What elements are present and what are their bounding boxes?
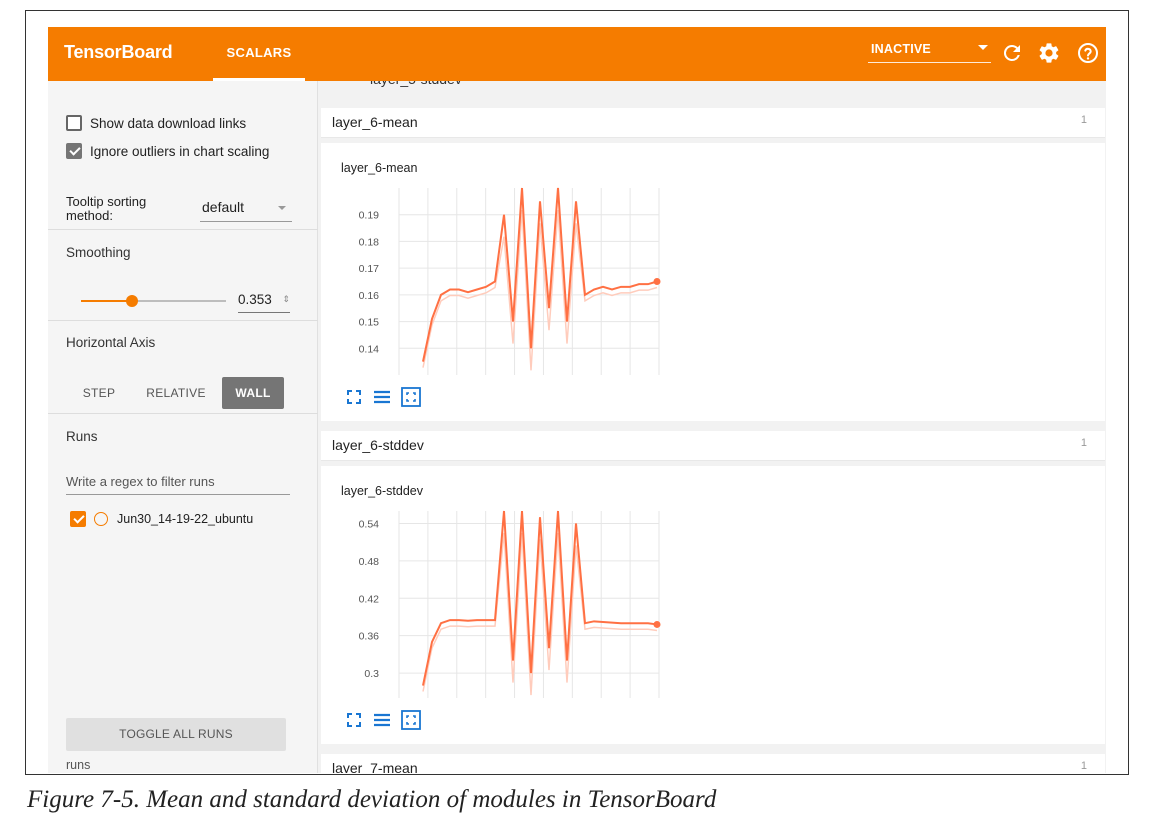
smoothing-value: 0.353 — [238, 292, 272, 307]
smoothing-slider[interactable] — [81, 295, 226, 307]
y-tick-label: 0.17 — [359, 263, 380, 275]
category-header-layer6-stddev[interactable]: layer_6-stddev 1 — [321, 431, 1105, 461]
smoothing-label: Smoothing — [66, 245, 131, 260]
category-header-layer6-mean[interactable]: layer_6-mean 1 — [321, 108, 1105, 138]
toggle-log-scale-icon[interactable] — [373, 711, 391, 729]
series-endpoint — [653, 278, 661, 285]
fit-domain-icon[interactable] — [345, 388, 363, 406]
clipped-category-title: layer_5-stddev — [370, 81, 462, 87]
y-tick-label: 0.15 — [359, 317, 380, 329]
series-endpoint — [653, 620, 661, 628]
main-panel: layer_5-stddev layer_6-mean 1 layer_6-me… — [318, 81, 1106, 773]
y-tick-label: 0.19 — [359, 210, 380, 222]
y-tick-label: 0.16 — [359, 290, 380, 302]
expand-chart-icon[interactable] — [401, 387, 421, 407]
series-line — [422, 187, 658, 362]
axis-step-button[interactable]: STEP — [68, 377, 130, 409]
run-color-icon — [94, 512, 108, 526]
checkbox-icon — [66, 115, 82, 131]
axis-wall-button[interactable]: WALL — [222, 377, 284, 409]
tooltip-sorting-dropdown[interactable]: default — [200, 197, 292, 222]
category-count: 1 — [1080, 760, 1087, 772]
status-dropdown[interactable]: INACTIVE — [868, 41, 991, 63]
toggle-all-runs-button[interactable]: TOGGLE ALL RUNS — [66, 718, 286, 751]
tab-scalars-label: SCALARS — [226, 45, 292, 60]
ignore-outliers-toggle[interactable]: Ignore outliers in chart scaling — [66, 141, 269, 161]
help-icon[interactable] — [1076, 41, 1100, 65]
tab-scalars[interactable]: SCALARS — [213, 27, 305, 81]
chevron-down-icon — [278, 206, 286, 210]
chart-card-layer6-mean: layer_6-mean 0.14 0.15 0.16 0.17 0.18 0.19 — [321, 143, 1105, 421]
tooltip-sorting-value: default — [202, 199, 245, 215]
checkbox-checked-icon — [66, 143, 82, 159]
top-toolbar: TensorBoard SCALARS INACTIVE — [48, 27, 1106, 81]
smoothing-input[interactable]: 0.353 ⇕ — [238, 289, 290, 313]
fit-domain-icon[interactable] — [345, 711, 363, 729]
chevron-down-icon — [978, 45, 988, 50]
y-tick-label: 0.3 — [364, 668, 379, 680]
sidebar: Show data download links Ignore outliers… — [48, 81, 318, 773]
runs-filter-input[interactable]: Write a regex to filter runs — [66, 471, 290, 495]
checkbox-checked-icon[interactable] — [70, 511, 86, 527]
gear-icon[interactable] — [1037, 41, 1061, 65]
y-tick-label: 0.54 — [359, 518, 380, 530]
runs-footer-label: runs — [66, 758, 91, 772]
category-title: layer_7-mean — [332, 760, 418, 773]
expand-chart-icon[interactable] — [401, 710, 421, 730]
y-tick-label: 0.18 — [359, 236, 380, 248]
chart-layer6-mean[interactable]: 0.14 0.15 0.16 0.17 0.18 0.19 — [321, 143, 1105, 421]
y-tick-label: 0.48 — [359, 556, 380, 568]
runs-label: Runs — [66, 429, 98, 444]
show-download-links-toggle[interactable]: Show data download links — [66, 113, 246, 133]
y-tick-label: 0.14 — [359, 343, 380, 355]
y-tick-label: 0.42 — [359, 593, 380, 605]
category-title: layer_6-stddev — [332, 437, 424, 453]
axis-relative-button[interactable]: RELATIVE — [136, 377, 216, 409]
chart-layer6-stddev[interactable]: 0.3 0.36 0.42 0.48 0.54 — [321, 466, 1105, 744]
tooltip-sorting-label: Tooltip sorting method: — [66, 194, 147, 223]
category-count: 1 — [1080, 437, 1087, 449]
y-tick-label: 0.36 — [359, 631, 380, 643]
spinner-icon: ⇕ — [282, 294, 290, 304]
smoothing-slider-fill — [81, 300, 133, 302]
show-download-links-label: Show data download links — [90, 115, 247, 131]
category-title: layer_6-mean — [332, 114, 418, 130]
status-value: INACTIVE — [871, 42, 931, 56]
category-header-layer7-mean[interactable]: layer_7-mean 1 — [321, 754, 1105, 773]
reload-icon[interactable] — [1000, 41, 1024, 65]
chart-card-layer6-stddev: layer_6-stddev 0.3 0.36 0.42 0.48 0.54 — [321, 466, 1105, 744]
category-count: 1 — [1080, 114, 1087, 126]
figure-frame: TensorBoard SCALARS INACTIVE Show data d… — [25, 10, 1129, 775]
runs-filter-placeholder: Write a regex to filter runs — [66, 474, 215, 489]
app-title: TensorBoard — [64, 42, 173, 62]
figure-caption: Figure 7-5. Mean and standard deviation … — [27, 786, 717, 813]
toggle-log-scale-icon[interactable] — [373, 388, 391, 406]
run-name: Jun30_14-19-22_ubuntu — [117, 512, 254, 526]
run-item[interactable]: Jun30_14-19-22_ubuntu — [70, 509, 253, 529]
raw-series-line — [422, 532, 658, 696]
tensorboard-app: TensorBoard SCALARS INACTIVE Show data d… — [48, 27, 1106, 773]
ignore-outliers-label: Ignore outliers in chart scaling — [90, 143, 270, 159]
horizontal-axis-label: Horizontal Axis — [66, 335, 156, 350]
